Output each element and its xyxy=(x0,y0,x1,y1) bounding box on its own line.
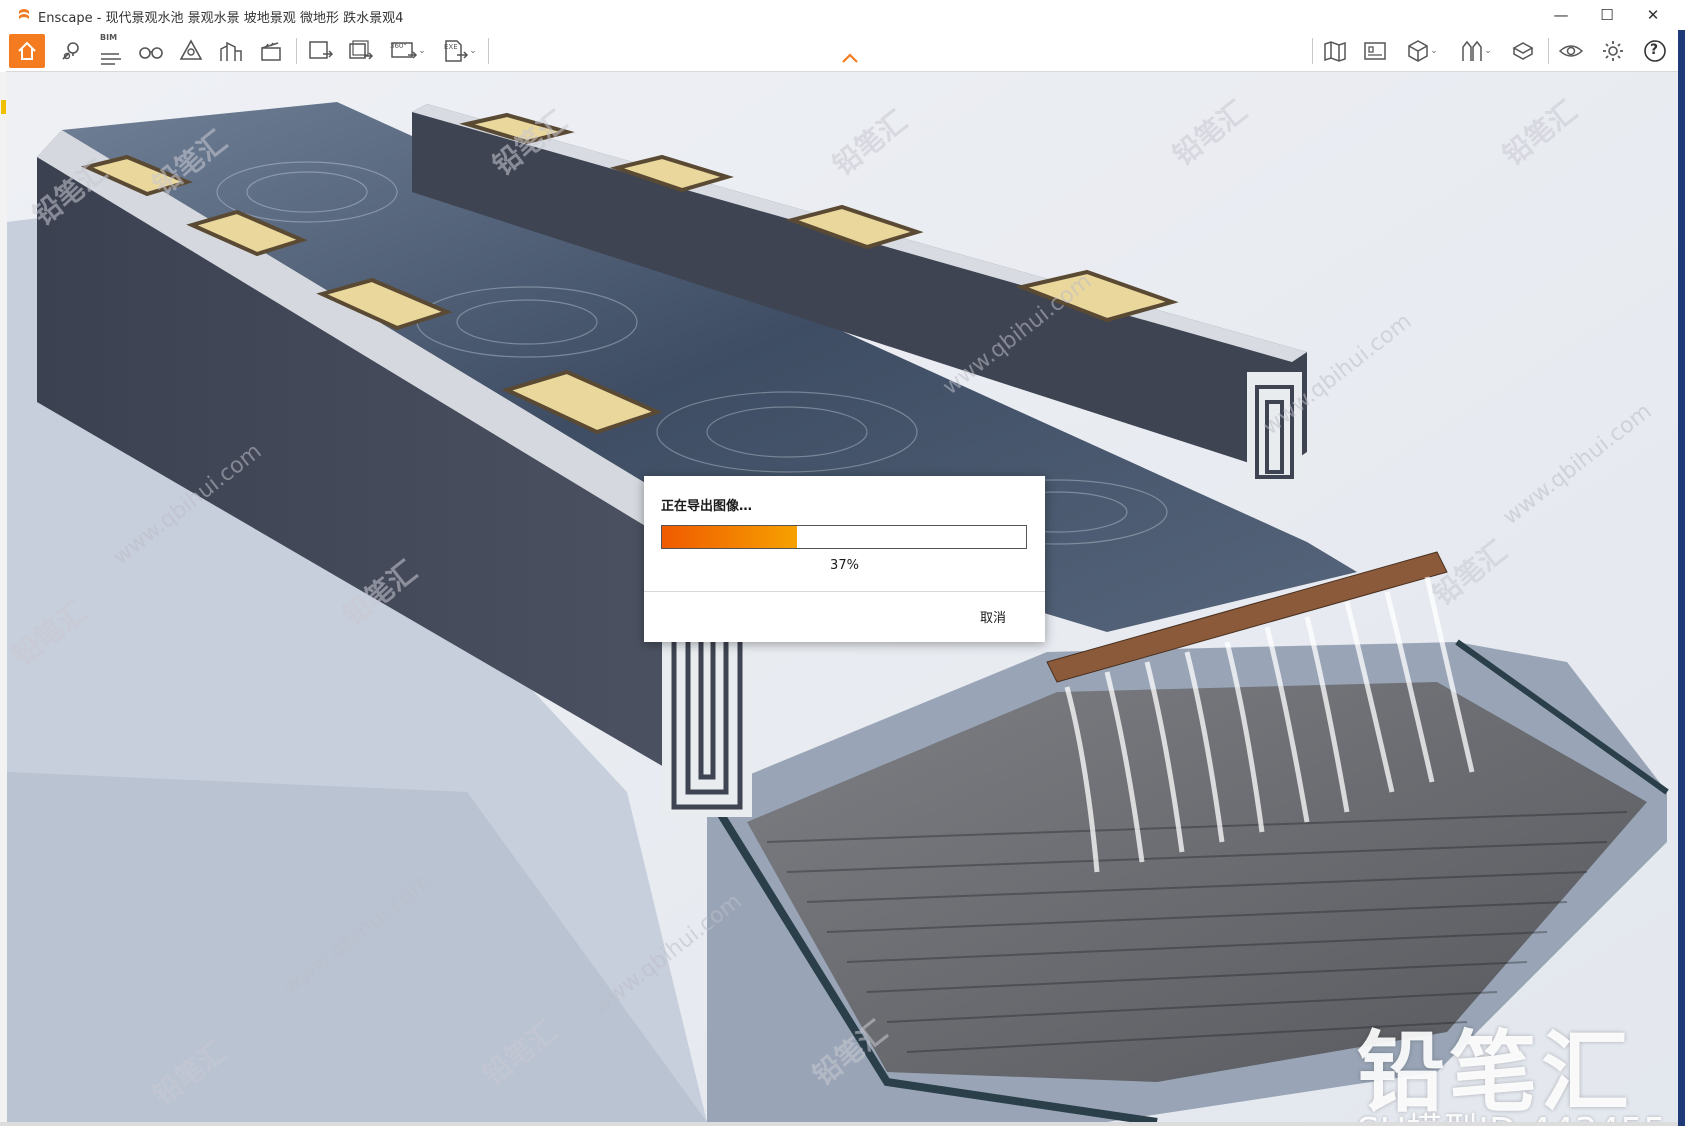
progress-bar xyxy=(661,525,1027,549)
help-button[interactable]: ? xyxy=(1638,34,1672,68)
settings-gear-icon xyxy=(1603,41,1623,61)
cube-icon xyxy=(1408,40,1428,62)
location-pin-icon xyxy=(62,42,79,60)
buildings-button[interactable] xyxy=(214,34,248,68)
map-button[interactable] xyxy=(1318,34,1352,68)
collapse-toolbar-chevron-icon[interactable] xyxy=(835,50,865,66)
screenshot-export-icon xyxy=(309,41,334,59)
asset-library-icon xyxy=(1462,40,1482,61)
panorama-label: 360° xyxy=(390,42,407,50)
bim-button[interactable]: BIM xyxy=(94,33,128,68)
close-button[interactable]: ✕ xyxy=(1630,0,1676,30)
clapperboard-icon xyxy=(261,42,281,61)
toolbar-separator xyxy=(1548,38,1549,64)
sketch-view-icon xyxy=(1364,42,1386,60)
dialog-title: 正在导出图像… xyxy=(661,499,753,514)
video-editor-button[interactable] xyxy=(254,34,288,68)
atmosphere-icon xyxy=(179,39,203,60)
right-window-edge xyxy=(1678,30,1685,1126)
progress-percentage: 37% xyxy=(830,558,859,573)
dialog-divider xyxy=(644,591,1045,592)
minimize-button[interactable]: — xyxy=(1538,0,1584,30)
batch-render-button[interactable] xyxy=(344,34,378,68)
panorama-button[interactable]: 360° ⌄ xyxy=(384,34,432,68)
export-progress-dialog: 正在导出图像… 37% 取消 xyxy=(644,476,1045,642)
home-button[interactable] xyxy=(9,34,45,68)
binoculars-icon xyxy=(139,47,163,59)
visual-settings-icon xyxy=(1558,45,1584,57)
home-icon xyxy=(18,41,36,60)
standalone-export-button[interactable]: EXE ⌄ xyxy=(438,34,482,68)
progress-bar-fill xyxy=(662,526,797,548)
chevron-down-icon: ⌄ xyxy=(1484,46,1492,56)
material-editor-button[interactable] xyxy=(1506,34,1540,68)
material-icon xyxy=(1512,42,1534,60)
bim-menu-icon xyxy=(101,53,121,65)
maximize-button[interactable]: ☐ xyxy=(1584,0,1630,30)
chevron-down-icon: ⌄ xyxy=(469,46,477,56)
left-window-strip xyxy=(0,72,7,1126)
model-id-watermark: SU模型ID:443455 xyxy=(1357,1102,1666,1122)
views-button[interactable] xyxy=(134,34,168,68)
toolbar-separator xyxy=(1312,38,1313,64)
buildings-icon xyxy=(220,41,242,61)
chevron-down-icon: ⌄ xyxy=(1430,46,1438,56)
enscape-logo-icon xyxy=(19,9,29,19)
window-title: Enscape - 现代景观水池 景观水景 坡地景观 微地形 跌水景观4 xyxy=(38,11,404,26)
toolbar: BIM 360° ⌄ EXE ⌄ ⌄ ⌄ ? xyxy=(6,30,1678,72)
map-icon xyxy=(1324,41,1346,62)
atmosphere-button[interactable] xyxy=(174,34,208,68)
help-glyph: ? xyxy=(1650,42,1659,58)
asset-cube-button[interactable]: ⌄ xyxy=(1398,34,1446,68)
enscape-window: Enscape - 现代景观水池 景观水景 坡地景观 微地形 跌水景观4 — ☐… xyxy=(0,0,1685,1126)
exe-label: EXE xyxy=(444,43,458,51)
bottom-window-edge xyxy=(0,1122,1678,1126)
settings-button[interactable] xyxy=(1596,34,1630,68)
location-button[interactable] xyxy=(54,34,88,68)
sketch-view-button[interactable] xyxy=(1358,34,1392,68)
chevron-down-icon: ⌄ xyxy=(418,46,426,56)
visual-settings-button[interactable] xyxy=(1554,34,1588,68)
toolbar-separator xyxy=(296,38,297,64)
cancel-button[interactable]: 取消 xyxy=(980,607,1006,626)
title-bar: Enscape - 现代景观水池 景观水景 坡地景观 微地形 跌水景观4 — ☐… xyxy=(0,0,1685,30)
screenshot-button[interactable] xyxy=(304,34,338,68)
toolbar-separator xyxy=(488,38,489,64)
bim-label: BIM xyxy=(100,33,118,42)
asset-library-button[interactable]: ⌄ xyxy=(1452,34,1500,68)
batch-export-icon xyxy=(349,40,374,60)
